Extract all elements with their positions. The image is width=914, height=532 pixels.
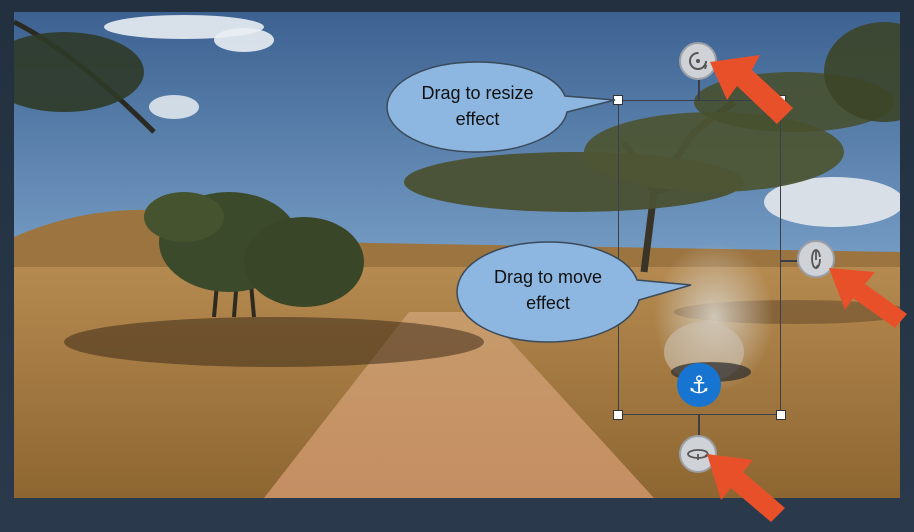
rotate-handle-stem-top	[698, 80, 700, 100]
arrow-icon	[707, 454, 785, 522]
arrow-icon	[829, 268, 907, 328]
callout-resize: Drag to resize effect	[385, 60, 616, 155]
resize-handle-bottom-left[interactable]	[613, 410, 623, 420]
rotate-handle-stem-side	[781, 260, 797, 262]
callout-move: Drag to move effect	[455, 240, 692, 344]
callout-move-line2: effect	[526, 293, 570, 313]
arrow-icon	[710, 55, 793, 124]
callout-move-line1: Drag to move	[493, 267, 603, 287]
rotate-handle-stem-bottom	[698, 415, 700, 435]
anchor-icon: ⚓	[688, 371, 710, 399]
callout-resize-line1: Drag to resize	[421, 83, 534, 103]
anchor-button[interactable]: ⚓	[677, 363, 721, 407]
callout-resize-line2: effect	[455, 109, 500, 129]
resize-handle-bottom-right[interactable]	[776, 410, 786, 420]
